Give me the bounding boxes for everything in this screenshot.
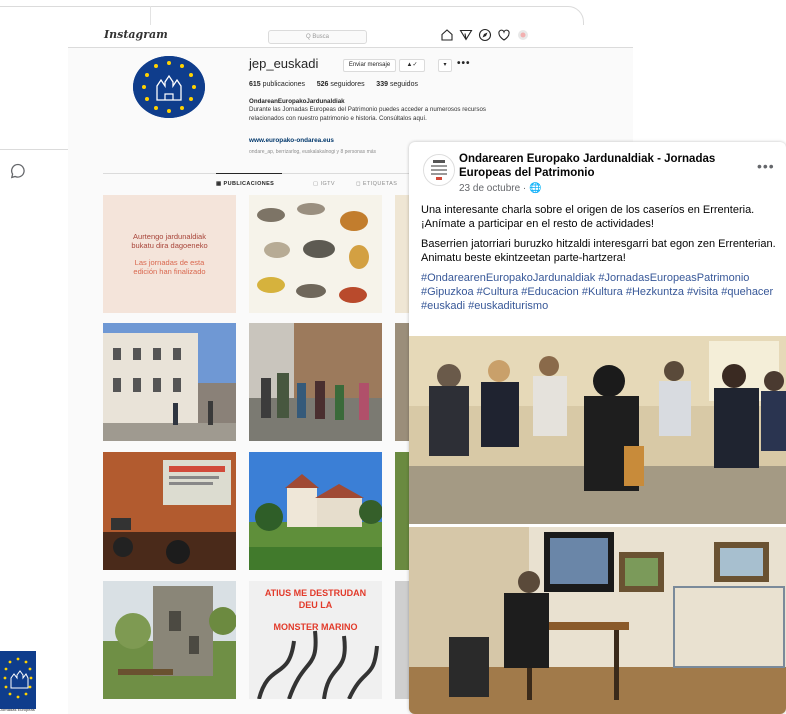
page-avatar-image <box>424 155 454 185</box>
activity-heart-icon[interactable] <box>497 28 511 42</box>
following-label[interactable]: seguidos <box>390 81 418 88</box>
post-thumbnail[interactable] <box>249 195 382 313</box>
following-count[interactable]: 339 <box>376 81 388 88</box>
bio-name: OndareanEuropakoJardunaldiak <box>249 98 345 105</box>
poster-text-line: DEU LA <box>298 600 333 610</box>
post-hashtags[interactable]: #OndarearenEuropakoJardunaldiak #Jornada… <box>421 271 781 313</box>
instagram-top-bar: Instagram Q Busca <box>68 25 633 48</box>
tab-etiquetas[interactable]: ◻ ETIQUETAS <box>356 181 397 187</box>
bio-text: Durante las Jornadas Europeas del Patrim… <box>249 106 486 122</box>
stone-ruins-image <box>103 581 236 699</box>
suggestions-dropdown-button[interactable]: ▾ <box>438 59 452 72</box>
eu-heritage-days-logo <box>0 651 36 709</box>
explore-compass-icon[interactable] <box>478 28 492 42</box>
audience-photo-image <box>409 336 786 524</box>
post-thumbnail[interactable]: Aurtengo jardunaldiak bukatu dira dagoen… <box>103 195 236 313</box>
profile-stats: 615 publicaciones 526 seguidores 339 seg… <box>249 81 418 88</box>
post-thumbnail[interactable] <box>103 581 236 699</box>
profile-username: jep_euskadi <box>249 56 319 71</box>
hilltop-house-image <box>249 452 382 570</box>
post-text-line: Aurtengo jardunaldiak <box>133 232 206 241</box>
page-avatar[interactable] <box>423 154 455 186</box>
home-icon[interactable] <box>440 28 454 42</box>
post-photo-speaker[interactable] <box>409 527 786 714</box>
corner-logo-caption: Jornadas Europeas <box>0 707 35 712</box>
active-tab-indicator <box>216 173 282 174</box>
post-thumbnail[interactable]: ATIUS ME DESTRUDAN DEU LA MONSTER MARINO <box>249 581 382 699</box>
post-text-spanish: Una interesante charla sobre el origen d… <box>421 204 755 230</box>
poster-text-line: ATIUS ME DESTRUDAN <box>264 588 367 598</box>
posts-label: publicaciones <box>262 81 306 88</box>
post-thumbnail[interactable] <box>103 323 236 441</box>
palace-building-image <box>103 323 236 441</box>
group-visit-image <box>249 323 382 441</box>
instagram-search-input[interactable]: Q Busca <box>268 30 367 44</box>
profile-options-button[interactable]: ••• <box>457 58 471 69</box>
direct-send-icon[interactable] <box>459 28 473 42</box>
presentation-room-image <box>103 452 236 570</box>
post-photo-audience[interactable] <box>409 336 786 524</box>
post-text-line: edición han finalizado <box>133 267 206 276</box>
eu-heritage-logo-image <box>133 56 205 118</box>
post-date[interactable]: 23 de octubre · 🌐 <box>459 183 542 194</box>
following-button[interactable]: ▲✓ <box>399 59 425 72</box>
instagram-logo[interactable]: Instagram <box>104 28 168 41</box>
post-text-basque: Baserrien jatorriari buruzko hitzaldi in… <box>421 238 776 264</box>
post-thumbnail[interactable] <box>249 452 382 570</box>
post-text-line: Las jornadas de esta <box>134 258 205 267</box>
birds-illustration-image <box>249 195 382 313</box>
profile-picture[interactable] <box>133 56 205 118</box>
post-text-line: bukatu dira dagoeneko <box>131 241 208 250</box>
followers-count[interactable]: 526 <box>317 81 329 88</box>
tab-publicaciones[interactable]: ▦ PUBLICACIONES <box>216 181 274 187</box>
facebook-post-card: Ondarearen Europako Jardunaldiak - Jorna… <box>409 142 786 714</box>
posts-count: 615 <box>249 81 261 88</box>
tab-igtv[interactable]: ▢ IGTV <box>313 181 335 187</box>
post-thumbnail[interactable] <box>249 323 382 441</box>
post-options-button[interactable]: ••• <box>757 158 775 174</box>
comment-icon[interactable] <box>10 163 26 179</box>
bio-link[interactable]: www.europako-ondarea.eus <box>249 137 334 144</box>
octopus-illustration-image <box>257 630 379 699</box>
send-message-button[interactable]: Enviar mensaje <box>343 59 396 72</box>
post-thumbnail[interactable] <box>103 452 236 570</box>
speaker-photo-image <box>409 527 786 714</box>
followers-label[interactable]: seguidores <box>330 81 364 88</box>
user-avatar-icon[interactable] <box>516 28 530 42</box>
page-name-link[interactable]: Ondarearen Europako Jardunaldiak - Jorna… <box>459 152 749 180</box>
followed-by-text[interactable]: ondare_ap, berrizarlog, euskalakalnogi y… <box>249 149 376 155</box>
